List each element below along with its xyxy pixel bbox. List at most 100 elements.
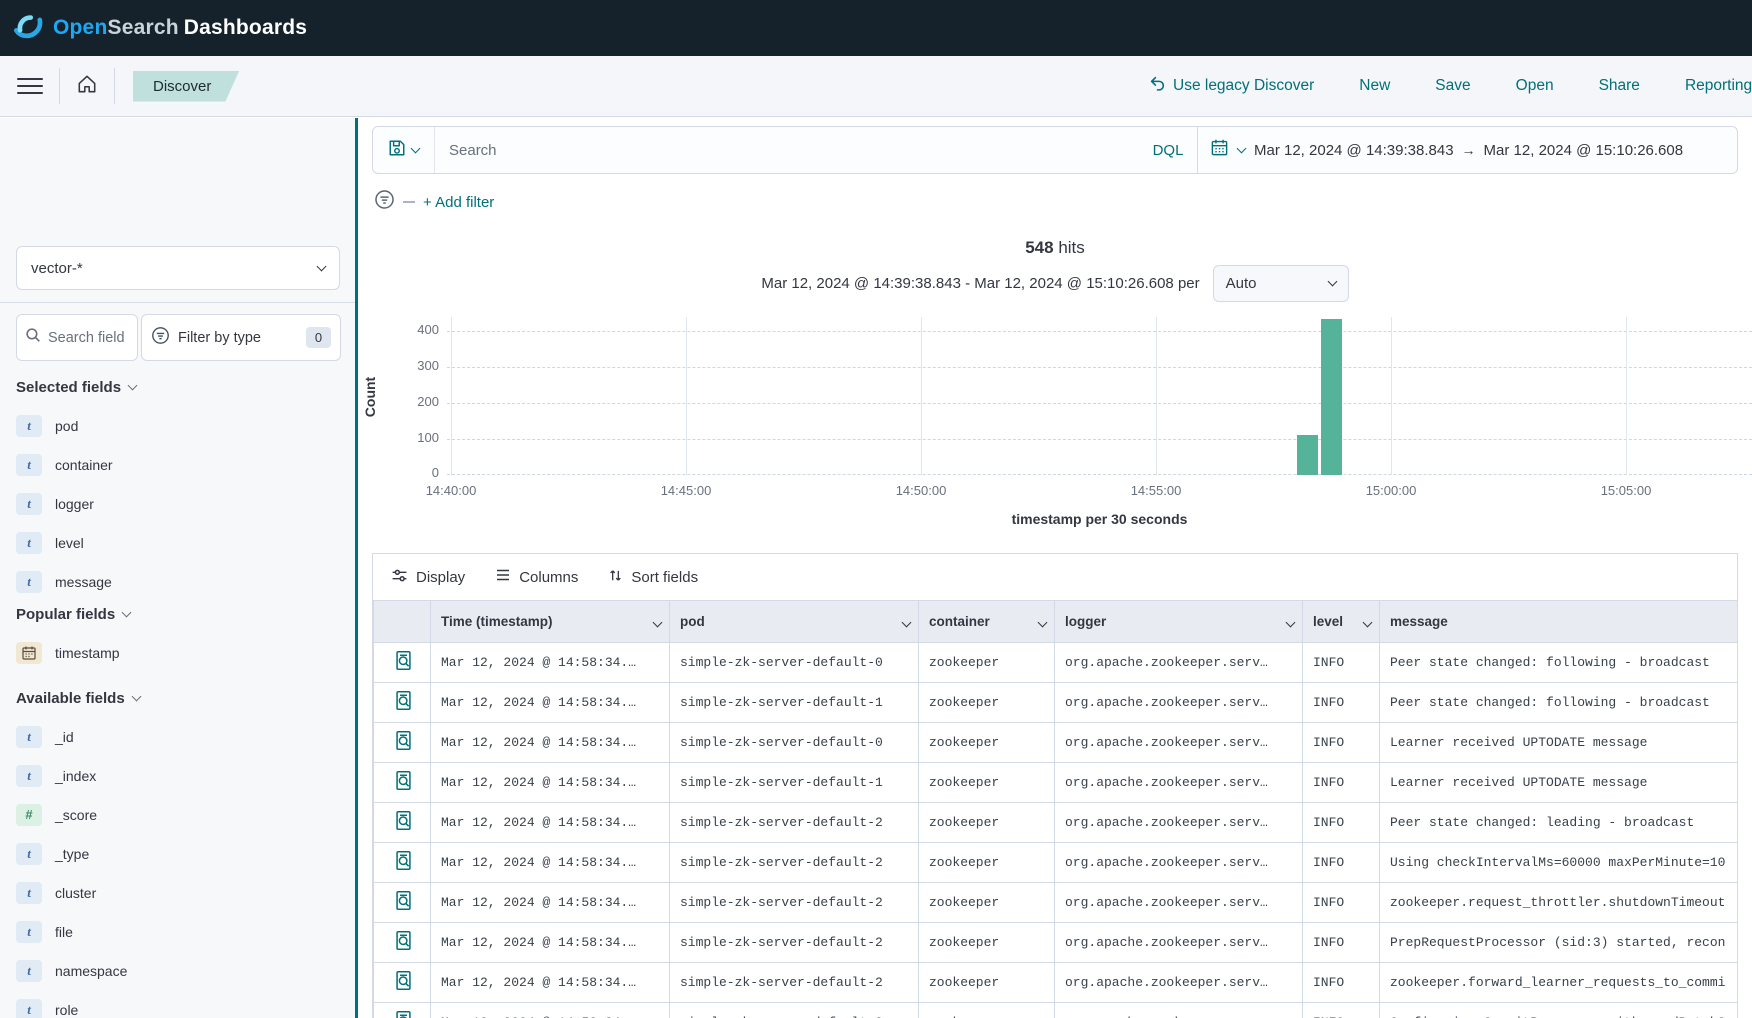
field-search-input[interactable]	[48, 330, 128, 346]
undo-icon	[1149, 75, 1166, 97]
cell-level: INFO	[1303, 803, 1380, 843]
date-range[interactable]: Mar 12, 2024 @ 14:39:38.843 → Mar 12, 20…	[1254, 142, 1683, 159]
cell-container: zookeeper	[919, 1003, 1055, 1018]
nav-action-share[interactable]: Share	[1599, 77, 1640, 95]
cell-message: Learner received UPTODATE message	[1380, 723, 1739, 763]
expand-document-button[interactable]	[374, 643, 431, 683]
sort-icon	[608, 568, 623, 587]
chevron-down-icon	[411, 144, 421, 154]
cell-pod: simple-zk-server-default-2	[670, 1003, 919, 1018]
column-header-message[interactable]: message	[1380, 601, 1739, 643]
field-item-type[interactable]: t_type	[16, 834, 339, 873]
date-range-start[interactable]: Mar 12, 2024 @ 14:39:38.843	[1254, 142, 1454, 159]
cell-message: Peer state changed: following - broadcas…	[1380, 683, 1739, 723]
column-header-level[interactable]: level	[1303, 601, 1380, 643]
column-header-container[interactable]: container	[919, 601, 1055, 643]
discover-content: DQL Mar 12, 2024 @ 14:39:38.843 → Mar 12…	[355, 118, 1752, 1018]
chevron-down-icon[interactable]	[1363, 617, 1373, 627]
filter-bar: + Add filter	[374, 190, 1738, 214]
field-item-cluster[interactable]: tcluster	[16, 873, 339, 912]
chevron-down-icon[interactable]	[1237, 144, 1247, 154]
toolbar-display-button[interactable]: Display	[391, 567, 465, 588]
interval-select[interactable]: Auto	[1213, 265, 1349, 302]
calendar-icon[interactable]	[1210, 138, 1229, 162]
histogram-bar-14-58-30[interactable]	[1321, 319, 1342, 475]
add-filter-button[interactable]: + Add filter	[423, 194, 494, 211]
chevron-down-icon[interactable]	[902, 617, 912, 627]
cell-container: zookeeper	[919, 643, 1055, 683]
chevron-down-icon[interactable]	[1286, 617, 1296, 627]
expand-document-button[interactable]	[374, 683, 431, 723]
field-item-file[interactable]: tfile	[16, 912, 339, 951]
field-item-timestamp[interactable]: timestamp	[16, 633, 339, 672]
string-type-icon: t	[16, 999, 42, 1018]
string-type-icon: t	[16, 415, 42, 437]
field-item-message[interactable]: tmessage	[16, 562, 339, 601]
column-header-pod[interactable]: pod	[670, 601, 919, 643]
column-header-logger[interactable]: logger	[1055, 601, 1303, 643]
chevron-down-icon[interactable]	[1038, 617, 1048, 627]
section-title-popular-fields[interactable]: Popular fields	[16, 603, 339, 625]
field-item-index[interactable]: t_index	[16, 756, 339, 795]
string-type-icon: t	[16, 960, 42, 982]
sidebar-sections: Selected fieldstpodtcontainertloggertlev…	[0, 376, 355, 1018]
nav-action-save[interactable]: Save	[1435, 77, 1470, 95]
field-item-id[interactable]: t_id	[16, 717, 339, 756]
saved-query-button[interactable]	[373, 127, 435, 173]
y-tick-label: 300	[363, 358, 439, 373]
field-item-score[interactable]: #_score	[16, 795, 339, 834]
nav-action-reporting[interactable]: Reporting	[1685, 77, 1752, 95]
display-icon	[391, 567, 408, 588]
filter-by-type-button[interactable]: Filter by type 0	[141, 314, 341, 361]
date-range-end[interactable]: Mar 12, 2024 @ 15:10:26.608	[1484, 142, 1684, 159]
toolbar-sort-fields-button[interactable]: Sort fields	[608, 568, 698, 587]
field-item-logger[interactable]: tlogger	[16, 484, 339, 523]
index-pattern-select[interactable]: vector-*	[16, 246, 340, 290]
field-item-pod[interactable]: tpod	[16, 406, 339, 445]
expand-document-button[interactable]	[374, 843, 431, 883]
nav-action-open[interactable]: Open	[1516, 77, 1554, 95]
section-title-available-fields[interactable]: Available fields	[16, 687, 339, 709]
plot-area[interactable]: 0100200300400	[447, 317, 1752, 475]
table-body: Mar 12, 2024 @ 14:58:34.… simple-zk-serve…	[374, 643, 1739, 1018]
histogram-bar-14-58-00[interactable]	[1297, 435, 1318, 475]
field-item-namespace[interactable]: t namespace	[16, 951, 339, 990]
expand-document-button[interactable]	[374, 963, 431, 1003]
table-row: Mar 12, 2024 @ 14:58:34.…simple-zk-serve…	[374, 963, 1739, 1003]
filter-by-type-label: Filter by type	[178, 330, 261, 346]
cell-container: zookeeper	[919, 883, 1055, 923]
section-title-label: Popular fields	[16, 606, 115, 623]
section-title-selected-fields[interactable]: Selected fields	[16, 376, 339, 398]
expand-document-button[interactable]	[374, 923, 431, 963]
expand-document-button[interactable]	[374, 763, 431, 803]
filter-circle-icon[interactable]	[374, 189, 395, 215]
field-item-role[interactable]: trole	[16, 990, 339, 1018]
expand-document-button[interactable]	[374, 803, 431, 843]
column-header-label: logger	[1065, 614, 1106, 629]
nav-action-use-legacy-discover[interactable]: Use legacy Discover	[1149, 75, 1314, 97]
field-name: logger	[55, 496, 94, 512]
field-item-level[interactable]: tlevel	[16, 523, 339, 562]
menu-icon[interactable]	[17, 73, 43, 99]
breadcrumb-discover[interactable]: Discover	[133, 71, 239, 102]
field-name: namespace	[55, 963, 127, 979]
nav-action-new[interactable]: New	[1359, 77, 1390, 95]
cell-time: Mar 12, 2024 @ 14:58:34.…	[431, 803, 670, 843]
toolbar-columns-button[interactable]: Columns	[495, 567, 578, 587]
x-gridline	[1626, 317, 1627, 475]
expand-document-button[interactable]	[374, 1003, 431, 1018]
chevron-down-icon[interactable]	[653, 617, 663, 627]
cell-time: Mar 12, 2024 @ 14:58:34.…	[431, 683, 670, 723]
field-item-container[interactable]: tcontainer	[16, 445, 339, 484]
column-header-time-timestamp[interactable]: Time (timestamp)	[431, 601, 670, 643]
field-search-box[interactable]	[16, 314, 138, 361]
x-axis-title: timestamp per 30 seconds	[447, 511, 1752, 527]
home-button[interactable]	[60, 73, 114, 100]
expand-document-button[interactable]	[374, 723, 431, 763]
query-language-button[interactable]: DQL	[1139, 127, 1197, 173]
cell-time: Mar 12, 2024 @ 14:58:34.…	[431, 723, 670, 763]
inspect-document-icon	[393, 980, 414, 995]
x-gridline	[451, 317, 452, 475]
expand-document-button[interactable]	[374, 883, 431, 923]
search-input[interactable]	[435, 127, 1139, 173]
